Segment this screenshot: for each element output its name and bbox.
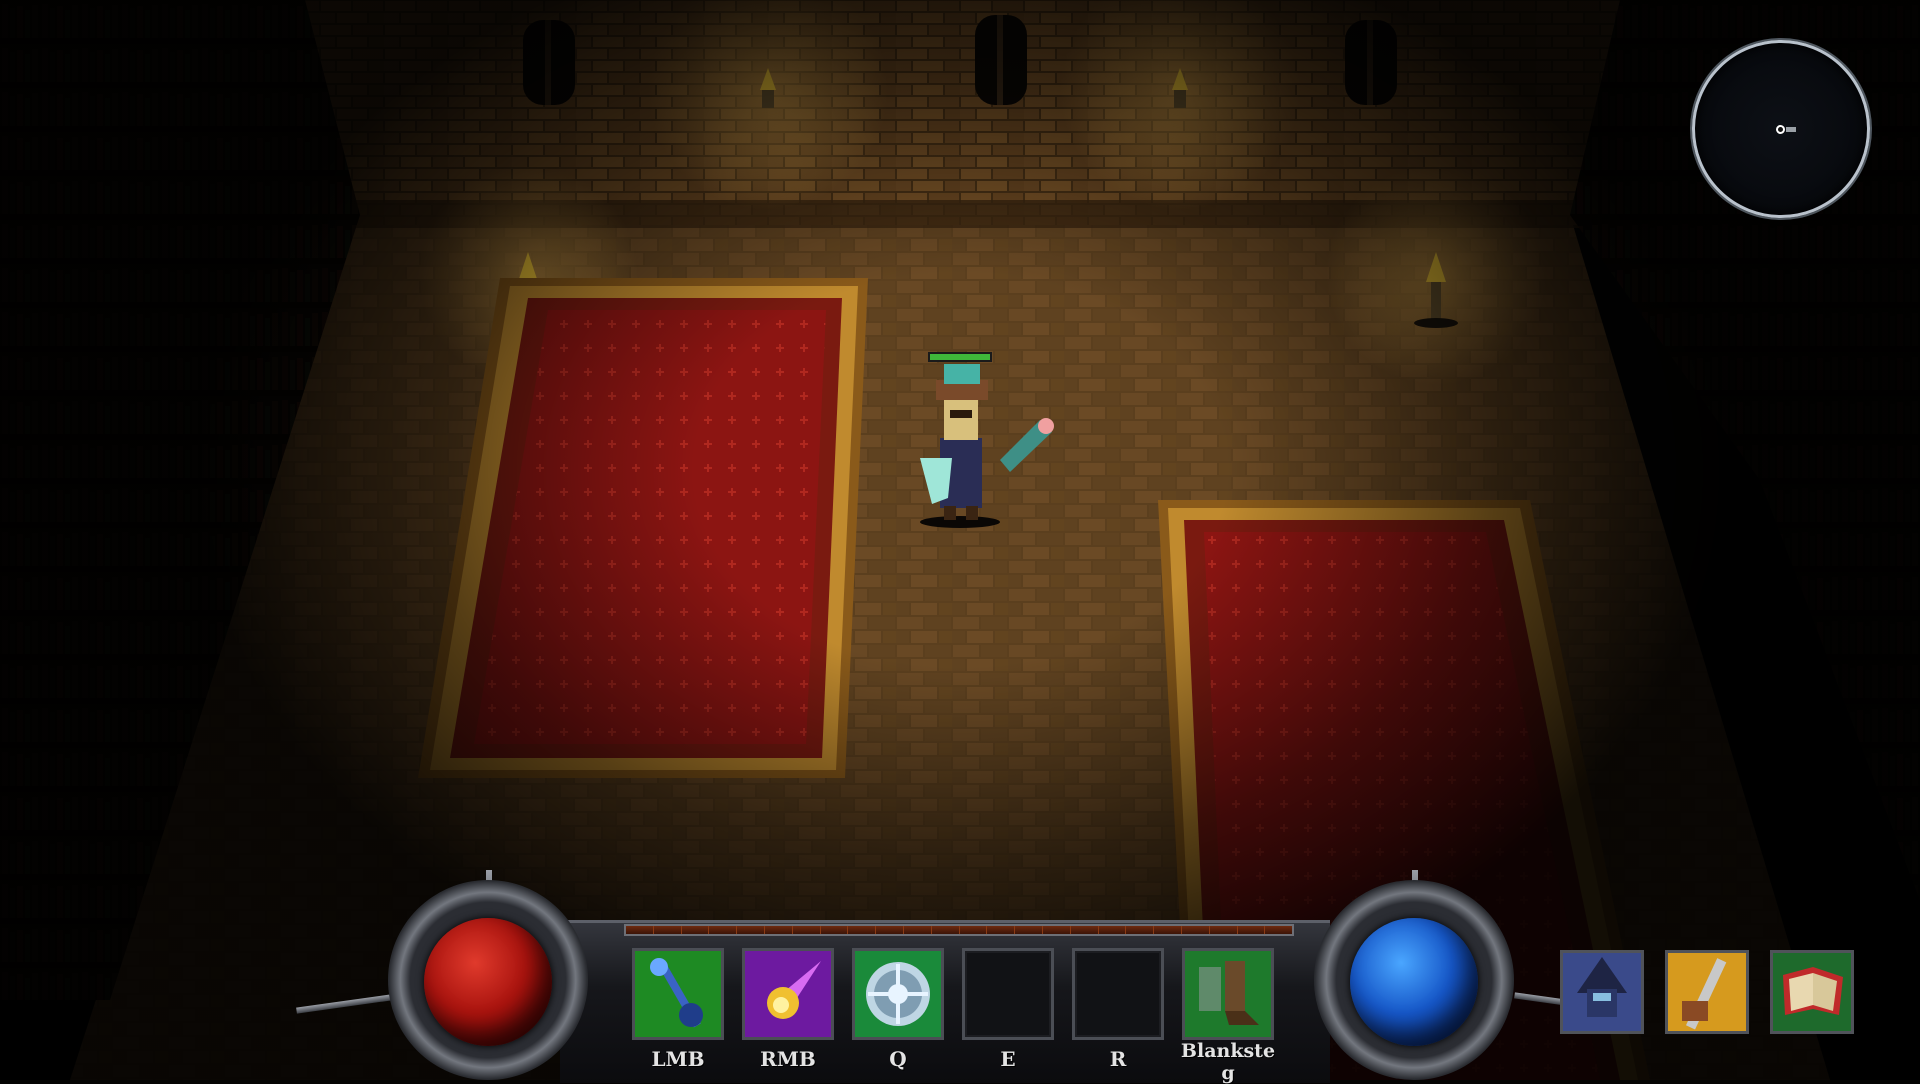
skill-slot-q[interactable] [852,948,944,1040]
inventory-bag-icon [1668,953,1746,1031]
skill-slot-rmb[interactable] [742,948,834,1040]
player-health-bar [930,354,990,360]
player-marker-icon [1776,125,1785,134]
dungeon-scene [0,0,1920,1080]
spellbook-button[interactable] [1770,950,1854,1034]
skill-slot-e[interactable] [962,948,1054,1040]
skill-slot-r[interactable] [1072,948,1164,1040]
health-orb [424,918,552,1046]
skill-key-label: RMB [760,1047,816,1071]
skill-key-label: R [1109,1047,1127,1071]
mana-orb [1350,918,1478,1046]
skill-key-label: Blankste g [1180,1040,1276,1084]
arcane-shield-rune-icon [855,951,941,1037]
magic-staff-icon [635,951,721,1037]
skill-slot-lmb[interactable] [632,948,724,1040]
boots-icon [1185,951,1271,1037]
skill-key-label: E [1000,1047,1016,1071]
minimap[interactable] [1692,40,1870,218]
experience-bar [624,924,1294,936]
character-button[interactable] [1560,950,1644,1034]
skill-key-label: Q [889,1047,907,1071]
skill-slot-blankstep[interactable] [1182,948,1274,1040]
inventory-button[interactable] [1665,950,1749,1034]
fireball-icon [745,951,831,1037]
minimap-room [1786,127,1796,132]
spellbook-icon [1773,953,1851,1031]
skill-key-label: LMB [651,1047,705,1071]
character-portrait-icon [1563,953,1641,1031]
